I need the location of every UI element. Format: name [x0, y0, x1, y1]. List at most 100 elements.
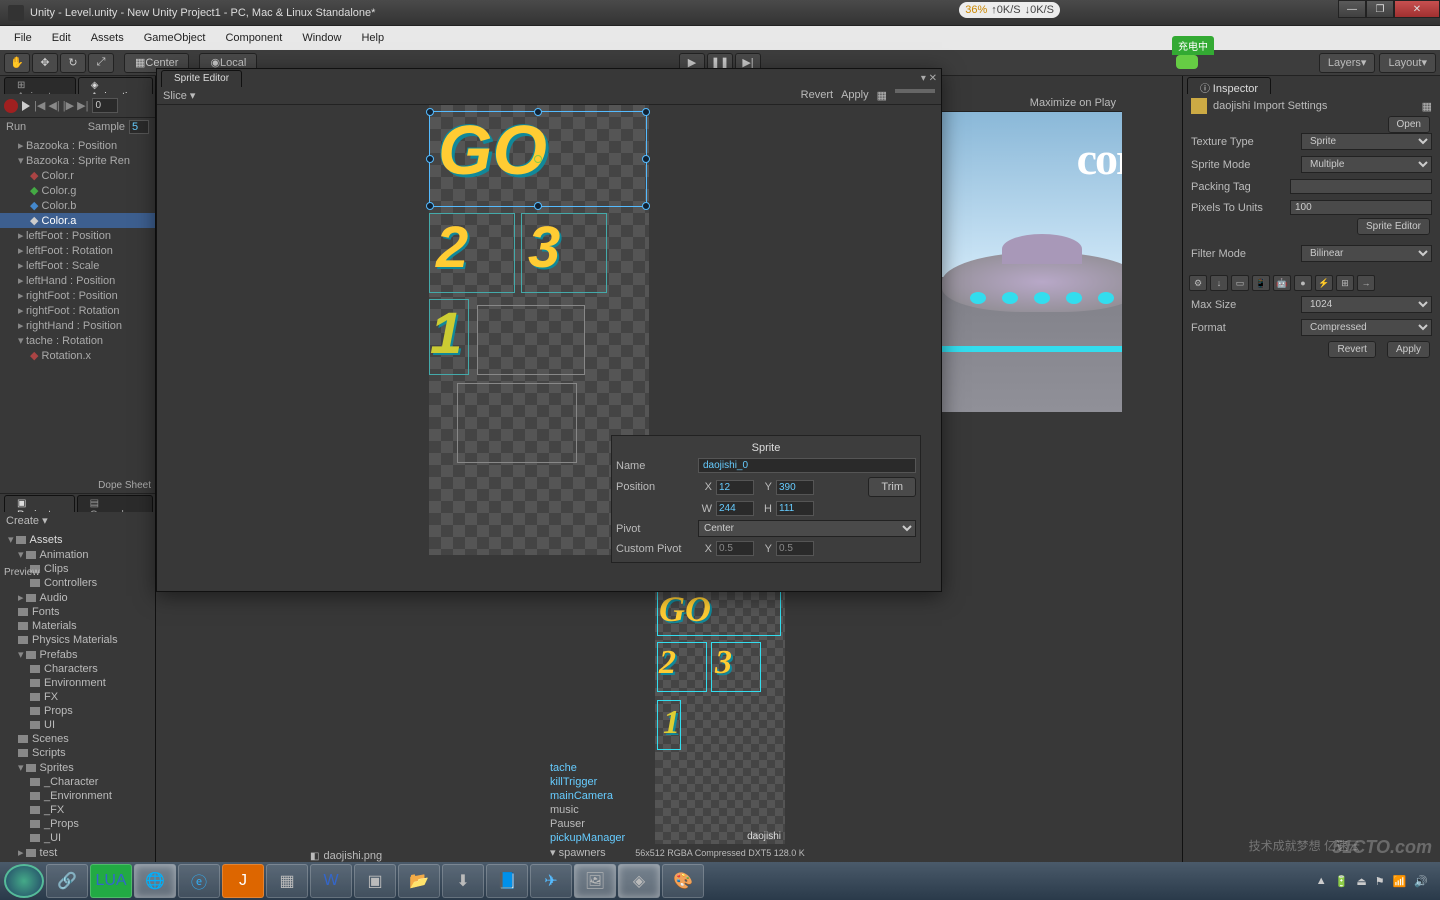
tree-item[interactable]: ◆ Rotation.x: [0, 348, 155, 363]
sprite-mode-dropdown[interactable]: Multiple: [1301, 156, 1432, 173]
tab-animator[interactable]: ⊞ Animator: [4, 77, 76, 94]
sprite-slice-3[interactable]: 3: [521, 213, 607, 293]
layout-dropdown[interactable]: Layout ▾: [1379, 53, 1436, 73]
tray-icon[interactable]: ⏏: [1356, 875, 1366, 888]
pivot-dropdown[interactable]: Center: [698, 520, 916, 537]
tree-item[interactable]: ▸leftHand : Position: [0, 273, 155, 288]
hierarchy-item[interactable]: killTrigger: [550, 775, 750, 789]
tray-icon[interactable]: ⚑: [1375, 875, 1385, 888]
taskbar-icon[interactable]: 🔗: [46, 864, 88, 898]
taskbar-icon[interactable]: ▦: [266, 864, 308, 898]
se-apply-button[interactable]: Apply: [841, 89, 869, 102]
hand-tool[interactable]: ✋: [4, 53, 30, 73]
revert-button[interactable]: Revert: [1328, 341, 1375, 358]
tree-item[interactable]: ▸rightHand : Position: [0, 318, 155, 333]
asset-file[interactable]: ◧ daojishi.png: [310, 850, 382, 862]
help-icon[interactable]: ▦: [1422, 100, 1432, 113]
platform-flash-icon[interactable]: ⚡: [1315, 275, 1333, 291]
sprite-slice-2[interactable]: 2: [429, 213, 515, 293]
tab-console[interactable]: ▤ Console: [77, 495, 153, 512]
sprite-editor-close[interactable]: ▾ ✕: [921, 73, 937, 84]
sample-field[interactable]: [129, 120, 149, 134]
maximize-toggle[interactable]: Maximize on Play: [1030, 97, 1116, 109]
sprite-w-field[interactable]: [716, 501, 754, 516]
platform-android-icon[interactable]: 🤖: [1273, 275, 1291, 291]
platform-pc-icon[interactable]: ▭: [1231, 275, 1249, 291]
sprite-slice-1[interactable]: 1: [429, 299, 469, 375]
format-dropdown[interactable]: Compressed: [1301, 319, 1432, 336]
tree-item[interactable]: ▸leftFoot : Position: [0, 228, 155, 243]
trim-button[interactable]: Trim: [868, 477, 916, 497]
sprite-h-field[interactable]: [776, 501, 814, 516]
tree-item[interactable]: ◆ Color.r: [0, 168, 155, 183]
sprite-name-field[interactable]: [698, 458, 916, 473]
minimize-button[interactable]: —: [1338, 0, 1366, 18]
tree-item[interactable]: ◆ Color.g: [0, 183, 155, 198]
taskbar-chrome-icon[interactable]: 🌐: [134, 864, 176, 898]
clip-dropdown[interactable]: Run: [6, 121, 26, 133]
hierarchy-item[interactable]: music: [550, 803, 750, 817]
scale-tool[interactable]: ⤢: [88, 53, 114, 73]
platform-default-icon[interactable]: ⚙: [1189, 275, 1207, 291]
tray-icon[interactable]: 🔋: [1335, 875, 1349, 888]
menu-edit[interactable]: Edit: [42, 32, 81, 44]
sprite-x-field[interactable]: [716, 480, 754, 495]
rotate-tool[interactable]: ↻: [60, 53, 86, 73]
create-dropdown[interactable]: Create ▾: [6, 515, 48, 527]
move-tool[interactable]: ✥: [32, 53, 58, 73]
filter-mode-dropdown[interactable]: Bilinear: [1301, 245, 1432, 262]
open-button[interactable]: Open: [1388, 116, 1430, 133]
menu-file[interactable]: File: [4, 32, 42, 44]
taskbar-icon[interactable]: 📂: [398, 864, 440, 898]
slice-dropdown[interactable]: Slice ▾: [163, 89, 195, 102]
taskbar-word-icon[interactable]: W: [310, 864, 352, 898]
frame-field[interactable]: [92, 98, 118, 113]
sprite-editor-button[interactable]: Sprite Editor: [1357, 218, 1430, 235]
tab-animation[interactable]: ◈ Animation: [78, 77, 153, 94]
alpha-toggle[interactable]: ▦: [877, 89, 887, 102]
sprite-y-field[interactable]: [776, 480, 814, 495]
menu-help[interactable]: Help: [351, 32, 394, 44]
dopesheet-toggle[interactable]: Dope Sheet: [0, 478, 155, 494]
tray-icon[interactable]: 📶: [1393, 875, 1407, 888]
ppu-field[interactable]: [1290, 200, 1432, 215]
tree-item[interactable]: ▸leftFoot : Scale: [0, 258, 155, 273]
taskbar-icon[interactable]: J: [222, 864, 264, 898]
start-button[interactable]: [4, 864, 44, 898]
tree-item[interactable]: ▾tache : Rotation: [0, 333, 155, 348]
taskbar-icon[interactable]: 📘: [486, 864, 528, 898]
layers-dropdown[interactable]: Layers ▾: [1319, 53, 1376, 73]
tab-sprite-editor[interactable]: Sprite Editor: [161, 70, 242, 87]
folder-assets[interactable]: ▾Assets: [0, 532, 155, 547]
taskbar-ie-icon[interactable]: ⓔ: [178, 864, 220, 898]
apply-button[interactable]: Apply: [1387, 341, 1430, 358]
hierarchy-item[interactable]: ▾ spawners: [550, 845, 750, 860]
tree-item[interactable]: ▸rightFoot : Rotation: [0, 303, 155, 318]
taskbar-icon[interactable]: LUA: [90, 864, 132, 898]
hierarchy-item[interactable]: mainCamera: [550, 789, 750, 803]
tree-item[interactable]: ▾Bazooka : Sprite Ren: [0, 153, 155, 168]
tree-item[interactable]: ▸leftFoot : Rotation: [0, 243, 155, 258]
taskbar-icon[interactable]: ▣: [354, 864, 396, 898]
taskbar-icon[interactable]: ⬇: [442, 864, 484, 898]
tab-project[interactable]: ▣ Project: [4, 495, 75, 512]
record-button[interactable]: [4, 99, 18, 113]
folder[interactable]: ▾Animation: [0, 547, 155, 562]
zoom-slider[interactable]: [895, 89, 935, 93]
menu-assets[interactable]: Assets: [81, 32, 134, 44]
platform-ios-icon[interactable]: 📱: [1252, 275, 1270, 291]
max-size-dropdown[interactable]: 1024: [1301, 296, 1432, 313]
maximize-button[interactable]: ❐: [1366, 0, 1394, 18]
packing-tag-field[interactable]: [1290, 179, 1432, 194]
taskbar-icon[interactable]: 🖼: [574, 864, 616, 898]
platform-more-icon[interactable]: →: [1357, 275, 1375, 291]
taskbar-icon[interactable]: ✈: [530, 864, 572, 898]
sprite-slice-empty[interactable]: [477, 305, 585, 375]
platform-bb-icon[interactable]: ●: [1294, 275, 1312, 291]
texture-type-dropdown[interactable]: Sprite: [1301, 133, 1432, 150]
se-revert-button[interactable]: Revert: [801, 89, 833, 102]
platform-win-icon[interactable]: ⊞: [1336, 275, 1354, 291]
hierarchy-item[interactable]: tache: [550, 761, 750, 775]
sprite-slice-empty[interactable]: [457, 383, 577, 463]
taskbar-paint-icon[interactable]: 🎨: [662, 864, 704, 898]
